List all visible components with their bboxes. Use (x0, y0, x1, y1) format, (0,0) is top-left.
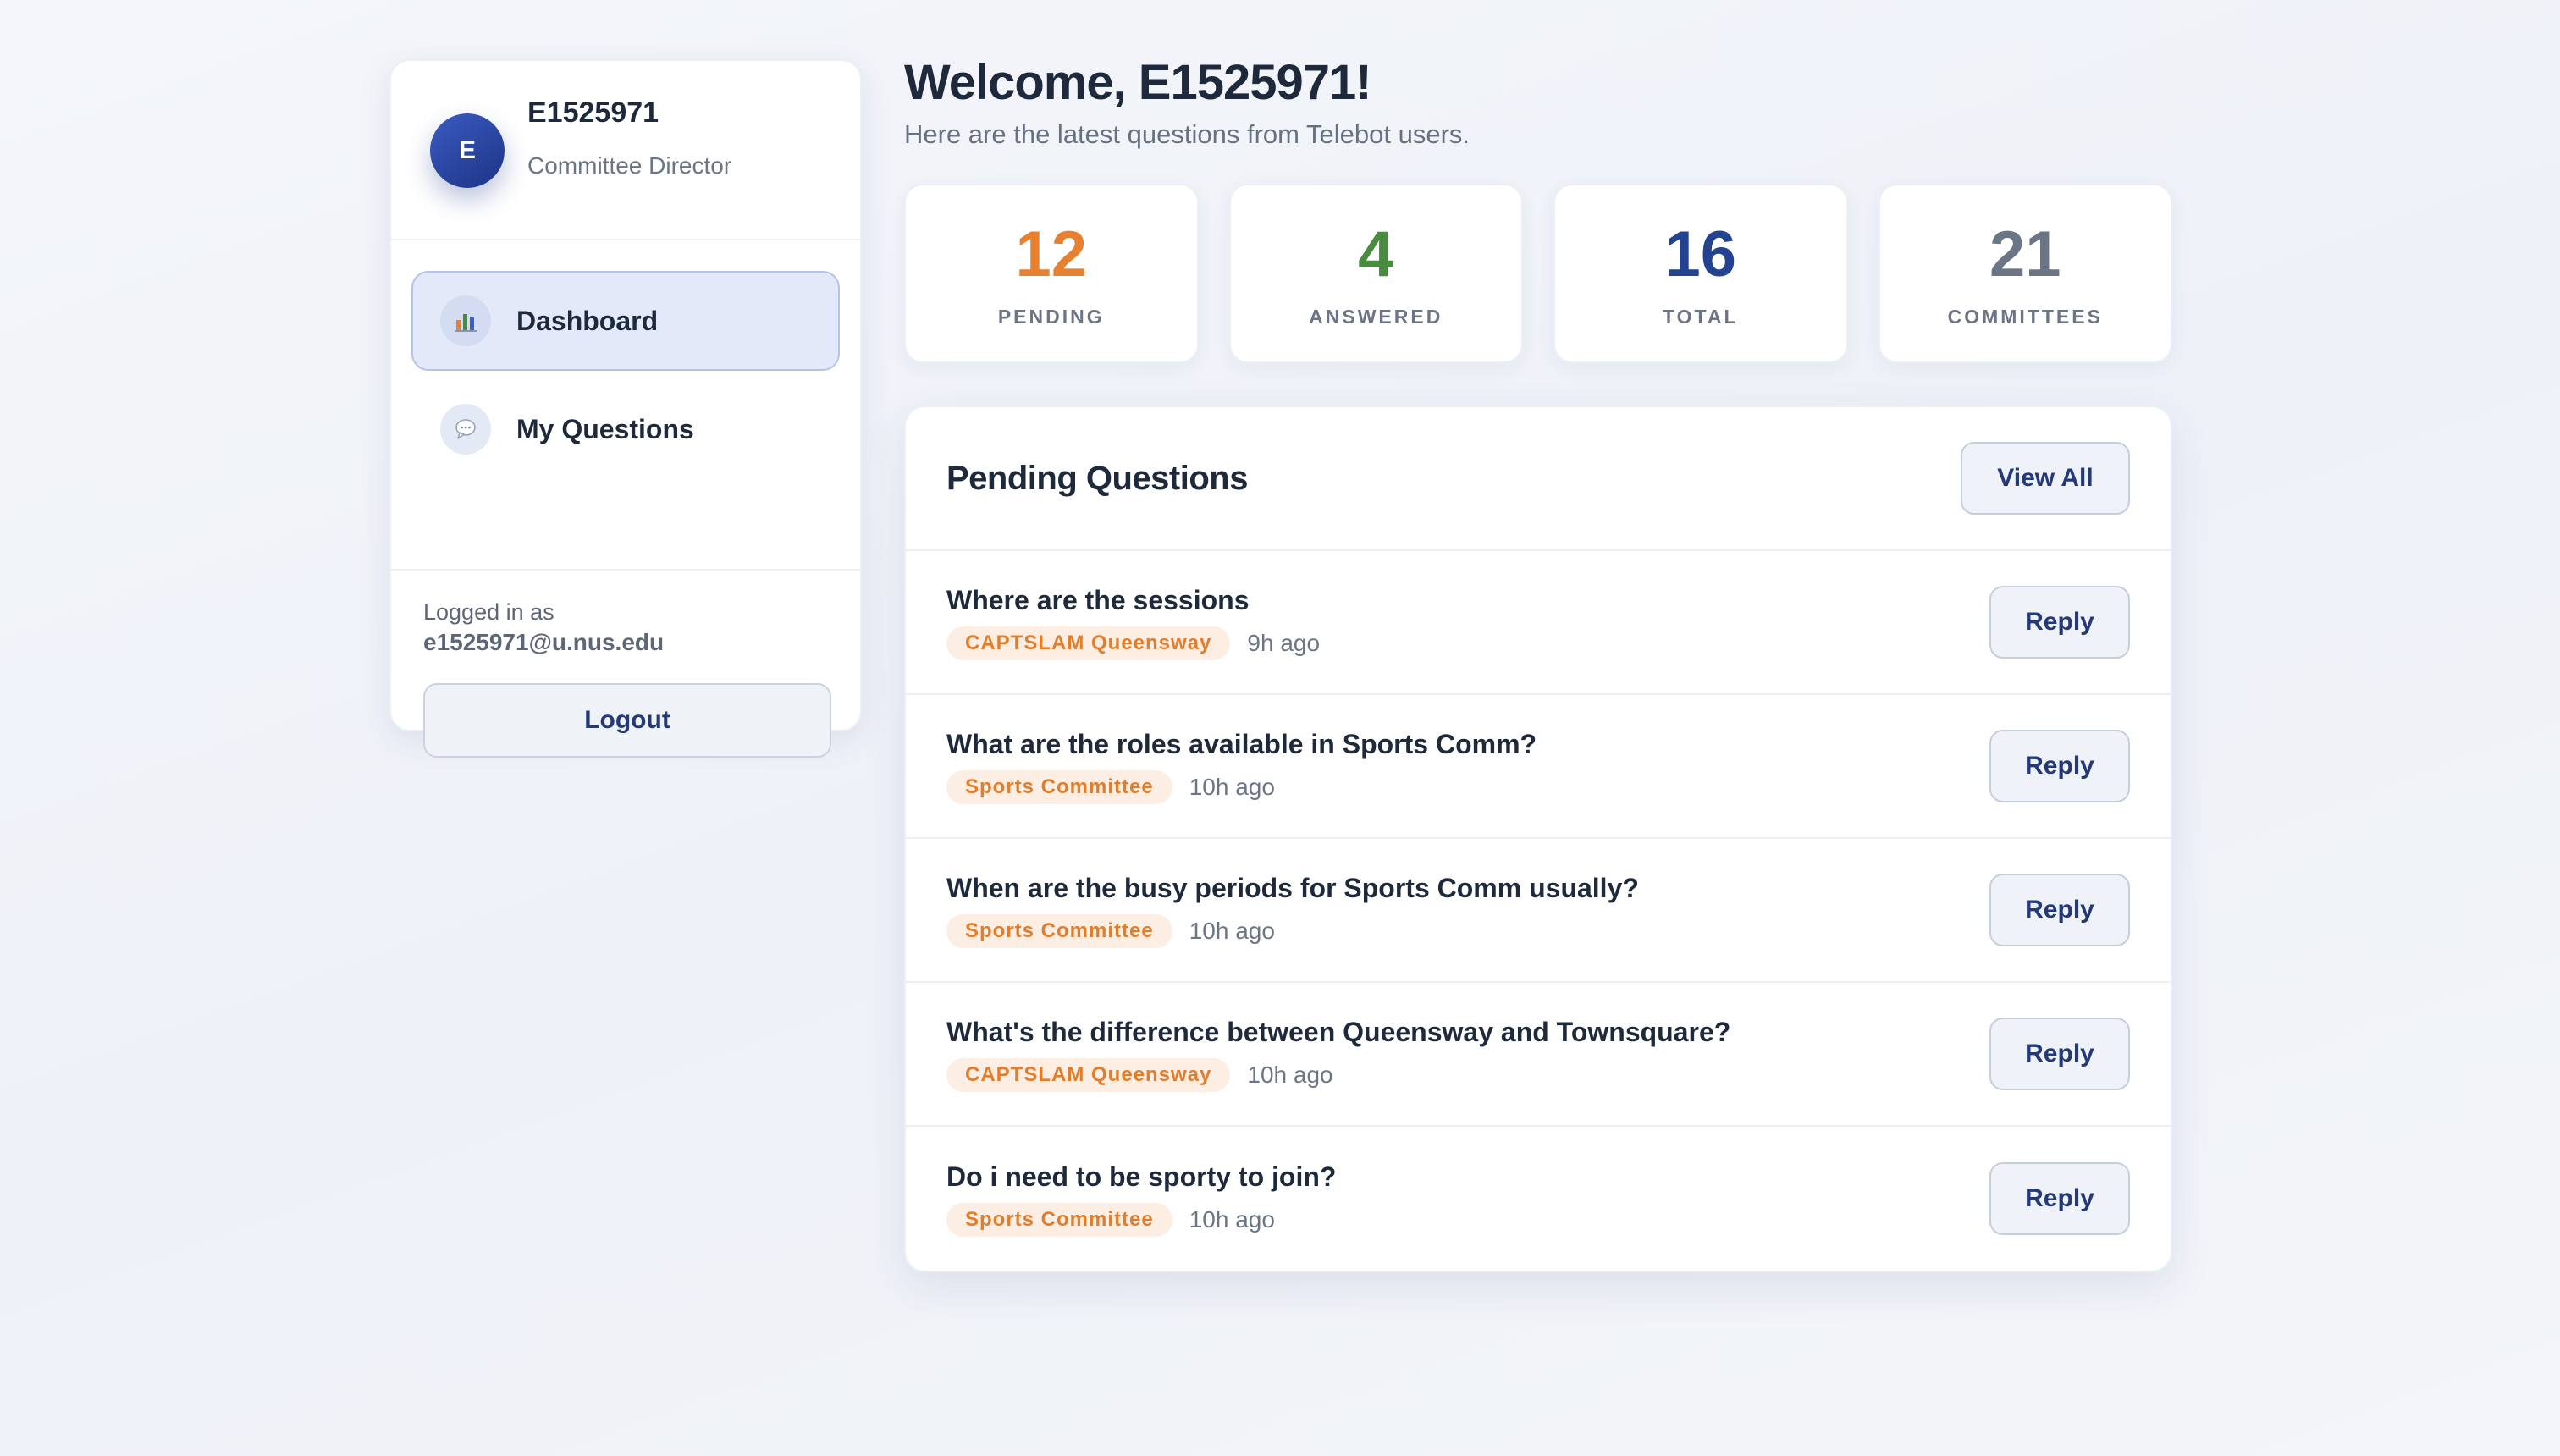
account-section: Logged in as e1525971@u.nus.edu Logout (391, 569, 860, 758)
stat-value: 21 (1989, 218, 2061, 290)
sidebar-item-dashboard[interactable]: Dashboard (411, 271, 840, 371)
avatar: E (430, 113, 505, 188)
profile-card: E E1525971 Committee Director (391, 61, 860, 240)
reply-button[interactable]: Reply (1989, 730, 2130, 802)
sidebar: E E1525971 Committee Director Dashboard (389, 59, 862, 758)
stat-label: ANSWERED (1309, 306, 1443, 328)
main-content: Welcome, E1525971! Here are the latest q… (904, 54, 2172, 1272)
question-time: 10h ago (1189, 917, 1275, 944)
speech-bubble-icon (440, 404, 491, 455)
logged-in-label: Logged in as (423, 599, 554, 625)
question-time: 9h ago (1247, 629, 1321, 656)
question-text: What are the roles available in Sports C… (946, 728, 1537, 759)
sidebar-item-label: Dashboard (516, 305, 659, 336)
question-time: 10h ago (1189, 773, 1275, 800)
profile-name: E1525971 (527, 97, 659, 129)
sidebar-nav: Dashboard My Questions (411, 271, 840, 488)
profile-role: Committee Director (527, 152, 732, 179)
question-row: Do i need to be sporty to join? Sports C… (906, 1127, 2171, 1271)
stat-label: TOTAL (1662, 306, 1739, 328)
stat-label: COMMITTEES (1947, 306, 2103, 328)
question-text: When are the busy periods for Sports Com… (946, 872, 1639, 903)
view-all-button[interactable]: View All (1961, 442, 2130, 515)
committee-badge: Sports Committee (946, 769, 1172, 804)
stat-card-pending: 12 PENDING (904, 184, 1199, 363)
question-row: What's the difference between Queensway … (906, 983, 2171, 1127)
bar-chart-icon (440, 295, 491, 346)
page-subtitle: Here are the latest questions from Teleb… (904, 119, 1470, 149)
page-title: Welcome, E1525971! (904, 55, 1372, 110)
reply-button[interactable]: Reply (1989, 874, 2130, 946)
stat-card-answered: 4 ANSWERED (1228, 184, 1523, 363)
stat-label: PENDING (997, 306, 1105, 328)
stat-value: 16 (1664, 218, 1737, 290)
pending-questions-panel: Pending Questions View All Where are the… (904, 405, 2172, 1272)
question-text: Do i need to be sporty to join? (946, 1161, 1337, 1192)
logged-in-email: e1525971@u.nus.edu (423, 629, 665, 655)
committee-badge: CAPTSLAM Queensway (946, 626, 1231, 660)
panel-title: Pending Questions (946, 459, 1248, 497)
reply-button[interactable]: Reply (1989, 1162, 2130, 1235)
question-time: 10h ago (1247, 1061, 1333, 1088)
question-time: 10h ago (1189, 1205, 1275, 1233)
question-text: Where are the sessions (946, 584, 1250, 615)
question-row: What are the roles available in Sports C… (906, 695, 2171, 839)
question-row: When are the busy periods for Sports Com… (906, 839, 2171, 983)
reply-button[interactable]: Reply (1989, 586, 2130, 659)
committee-badge: CAPTSLAM Queensway (946, 1057, 1231, 1092)
stat-value: 4 (1358, 218, 1394, 290)
stat-card-committees: 21 COMMITTEES (1878, 184, 2172, 363)
panel-header: Pending Questions View All (906, 407, 2171, 551)
sidebar-item-my-questions[interactable]: My Questions (411, 379, 840, 479)
committee-badge: Sports Committee (946, 1202, 1172, 1237)
reply-button[interactable]: Reply (1989, 1018, 2130, 1090)
committee-badge: Sports Committee (946, 913, 1172, 948)
stat-card-total: 16 TOTAL (1553, 184, 1848, 363)
stat-value: 12 (1015, 218, 1088, 290)
question-text: What's the difference between Queensway … (946, 1016, 1731, 1047)
sidebar-item-label: My Questions (516, 413, 694, 444)
question-row: Where are the sessions CAPTSLAM Queenswa… (906, 551, 2171, 695)
logout-button[interactable]: Logout (423, 683, 831, 758)
stats-row: 12 PENDING 4 ANSWERED 16 TOTAL 21 COMMIT… (904, 184, 2172, 363)
